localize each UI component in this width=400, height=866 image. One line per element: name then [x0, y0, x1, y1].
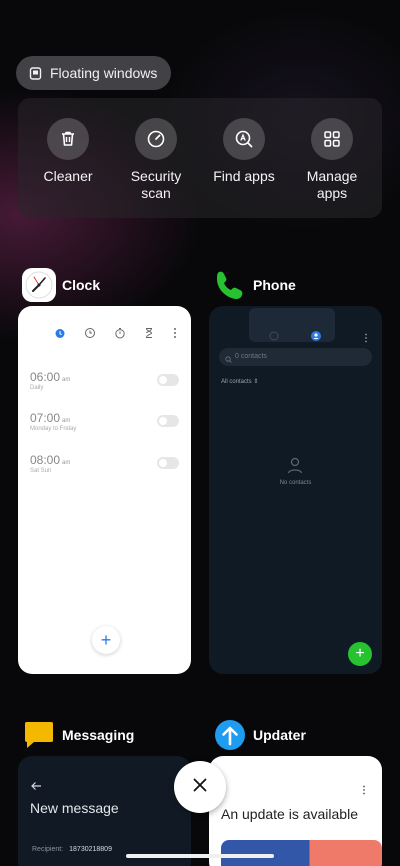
phone-app-card[interactable]: 0 contacts All contacts ⇕ No contacts +	[209, 306, 382, 674]
search-apps-icon	[223, 118, 265, 160]
contacts-tab-icon[interactable]	[311, 328, 321, 346]
updater-app-icon	[213, 718, 247, 752]
alarm-time-value: 07:00	[30, 411, 61, 425]
floating-windows-button[interactable]: Floating windows	[16, 56, 172, 90]
manage-apps-label: Manage apps	[306, 168, 358, 201]
stopwatch-tab-icon[interactable]	[114, 326, 126, 344]
floating-windows-label: Floating windows	[50, 65, 158, 81]
alarm-toggle[interactable]	[157, 415, 179, 427]
add-alarm-button[interactable]: +	[92, 626, 120, 654]
clock-more-icon[interactable]	[173, 326, 177, 344]
alarm-item[interactable]: 08:00 am Sat Sun	[30, 453, 179, 483]
alarm-repeat: Sat Sun	[30, 468, 52, 474]
alarm-ampm: am	[62, 377, 71, 383]
updater-app-name: Updater	[253, 727, 306, 743]
clock-app-header[interactable]: Clock	[22, 268, 100, 302]
alarm-item[interactable]: 07:00 am Monday to Friday	[30, 411, 179, 441]
alarm-toggle[interactable]	[157, 457, 179, 469]
chevron-updown-icon: ⇕	[253, 379, 259, 385]
alarm-tab-icon[interactable]	[54, 326, 66, 344]
security-scan-button[interactable]: Security scan	[112, 118, 200, 218]
clear-all-button[interactable]	[174, 761, 226, 813]
updater-more-icon[interactable]	[362, 782, 366, 800]
new-message-title: New message	[30, 800, 119, 816]
quick-actions-panel: Cleaner Security scan Find apps Manage a…	[18, 98, 382, 218]
close-icon	[192, 777, 208, 798]
back-arrow-icon[interactable]	[30, 778, 42, 796]
plus-icon: +	[100, 629, 112, 650]
update-available-title: An update is available	[221, 806, 358, 822]
add-contact-button[interactable]: +	[348, 642, 372, 666]
clock-tabs	[54, 326, 177, 344]
grid-icon	[311, 118, 353, 160]
floating-window-icon	[28, 66, 42, 80]
person-icon	[286, 456, 304, 479]
recipient-row: Recipient: 18730218809	[32, 846, 112, 853]
find-apps-button[interactable]: Find apps	[200, 118, 288, 218]
search-icon	[225, 353, 232, 371]
alarm-ampm: am	[62, 418, 71, 424]
security-scan-label: Security scan	[130, 168, 182, 201]
messaging-app-card[interactable]: New message Recipient: 18730218809	[18, 756, 191, 866]
clock-app-name: Clock	[62, 277, 101, 293]
contacts-filter-dropdown[interactable]: All contacts ⇕	[221, 378, 258, 385]
alarm-repeat: Monday to Friday	[30, 426, 77, 432]
updater-app-header[interactable]: Updater	[213, 718, 306, 752]
alarm-repeat: Daily	[30, 385, 44, 391]
messaging-app-name: Messaging	[62, 727, 135, 743]
world-clock-tab-icon[interactable]	[84, 326, 96, 344]
recents-tab-icon[interactable]	[269, 328, 279, 346]
cleaner-label: Cleaner	[43, 168, 93, 184]
cleaner-button[interactable]: Cleaner	[24, 118, 112, 218]
messaging-app-header[interactable]: Messaging	[22, 718, 134, 752]
search-placeholder: 0 contacts	[235, 353, 267, 360]
gauge-icon	[135, 118, 177, 160]
phone-app-name: Phone	[253, 277, 296, 293]
phone-app-icon	[213, 268, 247, 302]
alarm-item[interactable]: 06:00 am Daily	[30, 370, 179, 400]
phone-more-icon[interactable]	[364, 330, 368, 348]
timer-tab-icon[interactable]	[143, 326, 155, 344]
clock-app-icon	[22, 268, 56, 302]
alarm-toggle[interactable]	[157, 374, 179, 386]
updater-app-card[interactable]: An update is available	[209, 756, 382, 866]
trash-icon	[47, 118, 89, 160]
manage-apps-button[interactable]: Manage apps	[288, 118, 376, 218]
recipient-label: Recipient:	[32, 846, 64, 853]
plus-icon: +	[355, 645, 365, 662]
phone-app-header[interactable]: Phone	[213, 268, 296, 302]
clock-app-card[interactable]: 06:00 am Daily 07:00 am Monday to Friday 0…	[18, 306, 191, 674]
recipient-value: 18730218809	[69, 846, 112, 853]
phone-tab-bar	[249, 308, 335, 342]
alarm-time-value: 06:00	[30, 370, 61, 384]
contacts-search-input[interactable]: 0 contacts	[219, 348, 372, 366]
alarm-ampm: am	[62, 460, 71, 466]
find-apps-label: Find apps	[213, 168, 275, 184]
alarm-time-value: 08:00	[30, 453, 61, 467]
home-indicator[interactable]	[126, 854, 274, 858]
contacts-filter-label: All contacts	[221, 379, 252, 385]
update-banner-image	[221, 840, 382, 866]
no-contacts-text: No contacts	[279, 480, 312, 486]
messaging-app-icon	[22, 718, 56, 752]
